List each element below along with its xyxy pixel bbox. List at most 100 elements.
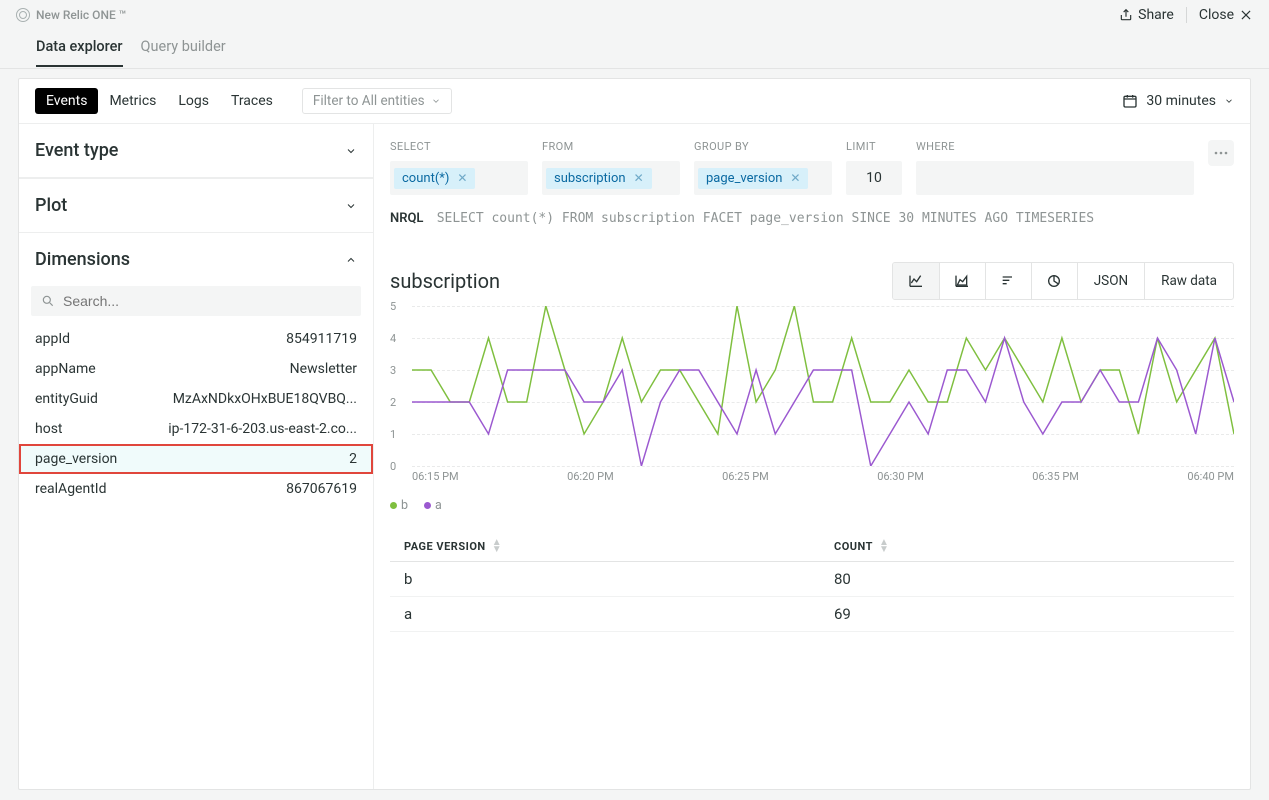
- search-icon: [41, 294, 55, 308]
- legend-item[interactable]: a: [424, 498, 442, 513]
- view-toolbar: JSON Raw data: [892, 262, 1234, 300]
- dimension-key: appId: [35, 331, 70, 347]
- view-raw-button[interactable]: Raw data: [1144, 263, 1233, 299]
- sort-icon: ▲▼: [879, 539, 889, 553]
- view-bar-button[interactable]: [985, 263, 1031, 299]
- seg-events[interactable]: Events: [35, 88, 98, 114]
- entity-filter[interactable]: Filter to All entities: [302, 88, 452, 114]
- seg-logs[interactable]: Logs: [167, 88, 220, 114]
- dimensions-search[interactable]: [31, 286, 361, 316]
- close-button[interactable]: Close: [1199, 7, 1253, 23]
- seg-traces[interactable]: Traces: [220, 88, 284, 114]
- more-icon: [1214, 151, 1228, 155]
- tab-query-builder[interactable]: Query builder: [141, 32, 226, 67]
- brand: New Relic ONE ™: [16, 8, 126, 22]
- sidebar: Event type Plot Dimensions: [19, 123, 374, 789]
- dimension-value: Newsletter: [290, 361, 357, 377]
- dimension-key: page_version: [35, 451, 117, 467]
- x-tick: 06:40 PM: [1187, 470, 1234, 486]
- remove-icon[interactable]: ✕: [634, 171, 644, 185]
- remove-icon[interactable]: ✕: [790, 171, 800, 185]
- x-tick: 06:15 PM: [412, 470, 459, 486]
- sort-icon: ▲▼: [492, 539, 502, 553]
- nrql-label: NRQL: [390, 211, 423, 226]
- brand-logo-icon: [16, 8, 30, 22]
- chevron-down-icon: [345, 200, 357, 212]
- view-area-button[interactable]: [939, 263, 985, 299]
- dimension-key: appName: [35, 361, 96, 377]
- legend-item[interactable]: b: [390, 498, 408, 513]
- toolbar: Events Metrics Logs Traces Filter to All…: [19, 79, 1250, 123]
- select-box[interactable]: count(*) ✕: [390, 161, 528, 195]
- chevron-down-icon: [345, 145, 357, 157]
- view-pie-button[interactable]: [1031, 263, 1077, 299]
- more-button[interactable]: [1208, 140, 1234, 166]
- seg-metrics[interactable]: Metrics: [98, 88, 167, 114]
- app-header: New Relic ONE ™ Share Close Data explore…: [0, 0, 1269, 69]
- limit-value: 10: [866, 170, 882, 186]
- results-col-page-version[interactable]: PAGE VERSION ▲▼: [404, 539, 834, 553]
- limit-box[interactable]: 10: [846, 161, 902, 195]
- cell-count: 69: [834, 605, 851, 623]
- x-tick: 06:25 PM: [722, 470, 769, 486]
- entity-filter-label: Filter to All entities: [313, 93, 425, 109]
- table-row[interactable]: b80: [390, 562, 1234, 597]
- group-chip[interactable]: page_version ✕: [698, 168, 808, 189]
- dimensions-search-input[interactable]: [63, 293, 351, 309]
- view-line-button[interactable]: [893, 263, 939, 299]
- group-box[interactable]: page_version ✕: [694, 161, 832, 195]
- chevron-down-icon: [431, 96, 441, 106]
- event-type-section[interactable]: Event type: [19, 124, 373, 177]
- tab-data-explorer[interactable]: Data explorer: [36, 32, 123, 67]
- dimensions-section[interactable]: Dimensions: [19, 233, 373, 286]
- line-chart-icon: [908, 273, 924, 289]
- select-chip[interactable]: count(*) ✕: [394, 168, 475, 189]
- divider: [1186, 7, 1187, 23]
- area-chart-icon: [954, 273, 970, 289]
- select-chip-text: count(*): [402, 171, 449, 186]
- chevron-up-icon: [345, 254, 357, 266]
- nrql-query: SELECT count(*) FROM subscription FACET …: [437, 211, 1094, 226]
- close-icon: [1239, 8, 1253, 22]
- view-json-button[interactable]: JSON: [1077, 263, 1144, 299]
- results-table: PAGE VERSION ▲▼ COUNT ▲▼ b80a69: [390, 539, 1234, 632]
- from-chip-text: subscription: [554, 171, 626, 186]
- dimension-value: MzAxNDkxOHxBUE18QVBQ...: [173, 391, 357, 407]
- results-col-count[interactable]: COUNT ▲▼: [834, 539, 889, 553]
- dimension-key: realAgentId: [35, 481, 107, 497]
- brand-text: New Relic ONE ™: [36, 8, 126, 22]
- from-chip[interactable]: subscription ✕: [546, 168, 652, 189]
- select-label: SELECT: [390, 140, 528, 153]
- time-range-label: 30 minutes: [1146, 93, 1216, 109]
- plot-section[interactable]: Plot: [19, 179, 373, 232]
- data-type-tabs: Events Metrics Logs Traces: [35, 88, 284, 114]
- dimension-value: 854911719: [286, 331, 357, 347]
- dimension-row[interactable]: hostip-172-31-6-203.us-east-2.co...: [19, 414, 373, 444]
- dimension-row[interactable]: appId 854911719: [19, 324, 373, 354]
- chart-plot: [412, 306, 1234, 466]
- limit-label: LIMIT: [846, 140, 902, 153]
- table-row[interactable]: a69: [390, 597, 1234, 632]
- header-tabs: Data explorer Query builder: [0, 26, 1269, 67]
- x-tick: 06:20 PM: [567, 470, 614, 486]
- dimension-row[interactable]: page_version2: [19, 444, 373, 474]
- share-label: Share: [1138, 7, 1174, 23]
- dimension-row[interactable]: realAgentId867067619: [19, 474, 373, 504]
- from-box[interactable]: subscription ✕: [542, 161, 680, 195]
- calendar-icon: [1122, 93, 1138, 109]
- main-panel: Events Metrics Logs Traces Filter to All…: [18, 78, 1251, 790]
- where-box[interactable]: [916, 161, 1194, 195]
- dimension-key: entityGuid: [35, 391, 98, 407]
- dimension-row[interactable]: appName Newsletter: [19, 354, 373, 384]
- time-range-picker[interactable]: 30 minutes: [1122, 93, 1234, 109]
- pie-chart-icon: [1046, 273, 1062, 289]
- dimensions-title: Dimensions: [35, 249, 130, 270]
- dimension-row[interactable]: entityGuid MzAxNDkxOHxBUE18QVBQ...: [19, 384, 373, 414]
- plot-title: Plot: [35, 195, 67, 216]
- where-label: WHERE: [916, 140, 1194, 153]
- cell-page-version: b: [404, 570, 834, 588]
- dimension-key: host: [35, 421, 63, 437]
- main-content: SELECT count(*) ✕ FROM subscription ✕: [374, 123, 1250, 789]
- share-button[interactable]: Share: [1119, 7, 1174, 23]
- remove-icon[interactable]: ✕: [457, 171, 467, 185]
